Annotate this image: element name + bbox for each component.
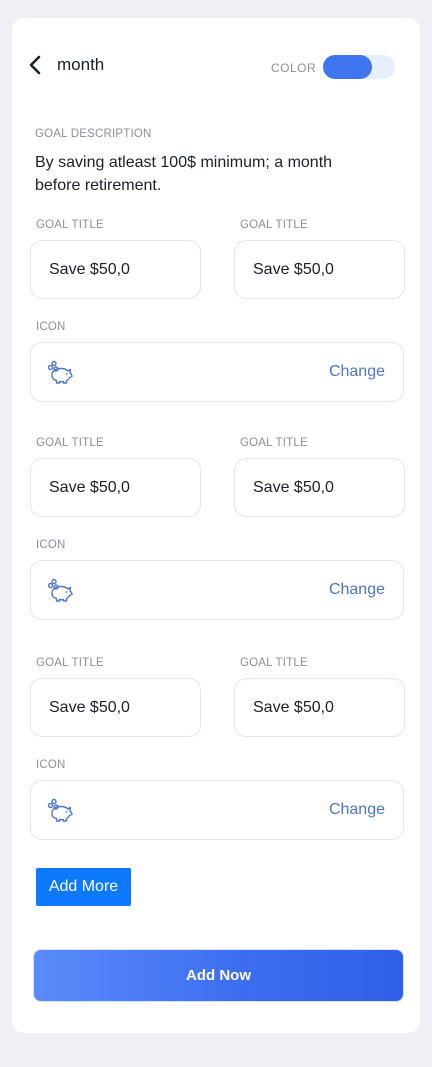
color-toggle[interactable] bbox=[323, 55, 395, 79]
change-icon-button[interactable]: Change bbox=[329, 801, 385, 819]
goal-title-value: Save $50,0 bbox=[253, 699, 334, 716]
goal-title-value: Save $50,0 bbox=[49, 261, 130, 278]
goal-description-label: GOAL DESCRIPTION bbox=[35, 128, 152, 140]
goal-title-input[interactable]: Save $50,0 bbox=[30, 458, 201, 517]
goal-title-label: GOAL TITLE bbox=[36, 219, 104, 231]
goal-title-label: GOAL TITLE bbox=[240, 219, 308, 231]
goal-title-label: GOAL TITLE bbox=[240, 657, 308, 669]
back-arrow-icon[interactable] bbox=[26, 54, 46, 76]
piggy-bank-icon bbox=[47, 360, 73, 384]
goal-title-value: Save $50,0 bbox=[49, 699, 130, 716]
header: month COLOR bbox=[12, 18, 420, 114]
goal-title-label: GOAL TITLE bbox=[240, 437, 308, 449]
add-now-button[interactable]: Add Now bbox=[33, 949, 404, 1002]
goal-title-label: GOAL TITLE bbox=[36, 657, 104, 669]
icon-label: ICON bbox=[36, 539, 66, 551]
goal-form-card: month COLOR GOAL DESCRIPTION By saving a… bbox=[12, 18, 420, 1033]
goal-title-input[interactable]: Save $50,0 bbox=[30, 678, 201, 737]
change-icon-button[interactable]: Change bbox=[329, 363, 385, 381]
goal-title-input[interactable]: Save $50,0 bbox=[30, 240, 201, 299]
piggy-bank-icon bbox=[47, 578, 73, 602]
goal-title-value: Save $50,0 bbox=[253, 261, 334, 278]
color-label: COLOR bbox=[271, 61, 317, 75]
change-icon-button[interactable]: Change bbox=[329, 581, 385, 599]
color-toggle-knob bbox=[323, 55, 372, 79]
icon-selector: Change bbox=[30, 560, 404, 620]
goal-title-value: Save $50,0 bbox=[49, 479, 130, 496]
page-title: month bbox=[57, 55, 105, 74]
goal-description-text: By saving atleast 100$ minimum; a month … bbox=[35, 154, 333, 194]
icon-label: ICON bbox=[36, 759, 66, 771]
icon-selector: Change bbox=[30, 342, 404, 402]
piggy-bank-icon bbox=[47, 798, 73, 822]
add-more-button[interactable]: Add More bbox=[36, 868, 131, 906]
icon-selector: Change bbox=[30, 780, 404, 840]
goal-title-value: Save $50,0 bbox=[253, 479, 334, 496]
goal-title-input[interactable]: Save $50,0 bbox=[234, 458, 405, 517]
goal-title-label: GOAL TITLE bbox=[36, 437, 104, 449]
goal-title-input[interactable]: Save $50,0 bbox=[234, 240, 405, 299]
icon-label: ICON bbox=[36, 321, 66, 333]
goal-title-input[interactable]: Save $50,0 bbox=[234, 678, 405, 737]
